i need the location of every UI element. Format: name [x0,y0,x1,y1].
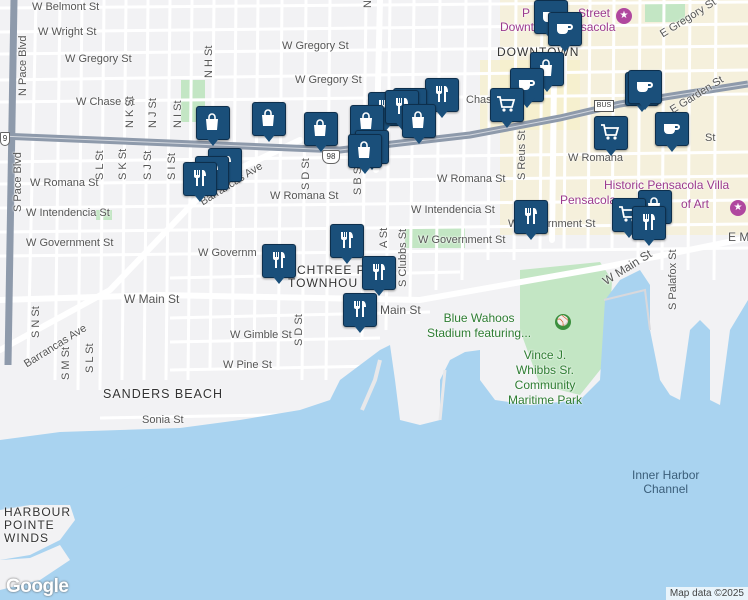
street-label-government-mid: W Governm [198,247,257,259]
poi-label-maritime-park[interactable]: Vince J. Whibbs Sr. Community Maritime P… [508,348,582,408]
street-label-intendencia-east: W Intendencia St [411,204,495,216]
cafe-marker[interactable] [628,70,662,114]
street-label-s-l-lower: S L St [84,343,96,373]
poi-label-blue-wahoos-line1: Blue Wahoos [443,311,515,325]
restaurant-marker[interactable] [343,293,377,337]
street-label-s-j: S J St [142,150,154,180]
street-label-government-west: W Government St [26,237,114,249]
street-label-romana-east: W Romana St [437,173,506,185]
supermarket-marker[interactable] [490,88,524,132]
street-label-gregory-west: W Gregory St [65,53,132,65]
poi-label-of-art[interactable]: of Art [681,197,709,211]
map-canvas[interactable]: W Belmont St W Wright St W Gregory St W … [0,0,748,600]
store-marker[interactable] [196,106,230,150]
street-label-n-i: N I St [172,100,184,128]
street-label-s-n: S N St [30,306,42,338]
store-marker[interactable] [252,102,286,146]
poi-label-maritime-line3: Community [514,378,576,392]
street-label-n-k: N K St [124,96,136,128]
route-shield-bus: BUS [594,100,614,112]
street-label-gimble: W Gimble St [230,329,292,341]
museum-icon[interactable]: ★ [730,200,746,216]
cafe-marker[interactable] [548,12,582,56]
street-label-intendencia-west: W Intendencia St [26,207,110,219]
poi-label-palafox-street[interactable]: Street [578,6,610,20]
poi-label-maritime-line2: Whibbs Sr. [515,363,575,377]
restaurant-marker[interactable] [632,206,666,250]
street-label-s-l: S L St [94,150,106,180]
street-label-s-i: S I St [166,153,178,180]
street-label-s-m: S M St [60,346,72,380]
water-label-inner-harbor-line1: Inner Harbor [632,468,700,482]
street-label-n-j: N J St [147,98,159,128]
street-label-romana-mid: W Romana St [270,190,339,202]
area-label-townhouse-line2: TOWNHOU [288,276,359,290]
street-label-st-right: St [705,132,716,144]
store-marker[interactable] [348,134,382,178]
poi-label-maritime-line4: Maritime Park [508,393,583,407]
street-label-n: N [362,0,374,8]
street-label-e-m: E M [728,230,748,244]
poi-label-blue-wahoos-line2: Stadium featuring... [427,326,532,340]
store-marker[interactable] [402,104,436,148]
water-label-inner-harbor: Inner Harbor Channel [632,468,699,496]
street-label-s-palafox: S Palafox St [667,249,679,310]
google-logo: Google [6,576,69,597]
restaurant-marker[interactable] [330,224,364,268]
street-label-n-pace: N Pace Blvd [17,35,29,96]
street-label-s-d-upper: S D St [300,158,312,190]
street-label-a: A St [378,227,390,248]
restaurant-marker[interactable] [514,200,548,244]
area-label-winds: WINDS [4,531,49,545]
street-label-s-pace: S Pace Blvd [12,152,24,212]
route-shield-edge: 9 [0,132,10,146]
street-label-main-west: W Main St [124,292,180,306]
street-label-gregory-mid: W Gregory St [295,74,362,86]
poi-label-palafox-p[interactable]: P [522,6,530,20]
map-attribution[interactable]: Map data ©2025 [665,587,748,600]
water-label-inner-harbor-line2: Channel [643,482,689,496]
street-label-main-mid: Main St [380,303,421,317]
area-label-harbour-pointe: HARBOUR POINTE WINDS [4,506,71,545]
street-label-s-reus: S Reus St [516,130,528,180]
street-label-pine: W Pine St [223,359,272,371]
street-label-n-h: N H St [203,45,215,78]
museum-icon[interactable]: ★ [616,8,632,24]
supermarket-marker[interactable] [594,116,628,160]
street-label-s-clubbs: S Clubbs St [397,228,409,287]
street-label-romana-west: W Romana St [30,177,99,189]
street-label-gregory-top: W Gregory St [282,40,349,52]
store-marker[interactable] [304,112,338,156]
street-label-belmont: W Belmont St [32,1,100,13]
poi-label-maritime-line1: Vince J. [523,348,567,362]
poi-label-pensacola[interactable]: Pensacola [560,193,616,207]
street-label-s-k: S K St [117,148,129,180]
poi-label-blue-wahoos[interactable]: Blue Wahoos Stadium featuring... [427,311,531,341]
restaurant-marker[interactable] [262,244,296,288]
street-label-s-d-lower: S D St [293,314,305,346]
street-label-sonia: Sonia St [142,414,184,426]
restaurant-marker[interactable] [183,162,217,206]
area-label-sanders-beach: SANDERS BEACH [103,387,223,401]
stadium-icon[interactable]: ⚾ [555,314,571,330]
cafe-marker[interactable] [655,112,689,156]
street-label-government-east: W Government St [418,234,506,246]
street-label-wright: W Wright St [38,26,97,38]
